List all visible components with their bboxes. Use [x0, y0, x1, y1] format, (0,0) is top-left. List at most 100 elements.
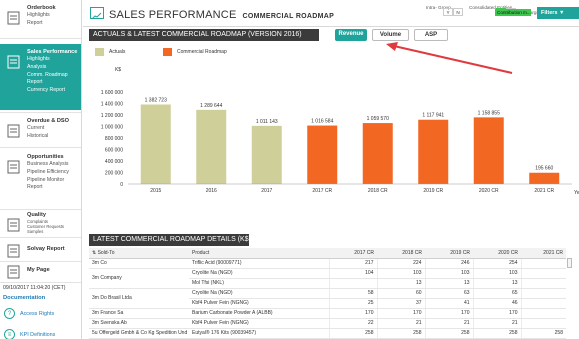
cell-value: 258	[424, 328, 473, 339]
sidebar-subitem-report[interactable]: Report	[27, 184, 43, 192]
bar-value-label: 1 382 723	[145, 97, 167, 103]
sidebar-item-sales-performance[interactable]: Sales Performance Highlights Analysis Comm.…	[0, 44, 81, 110]
sidebar-item-overdue-dso[interactable]: Overdue & DSO Current Historical	[0, 113, 81, 145]
question-icon: ?	[4, 308, 15, 319]
x-tick-label: 2017	[261, 188, 272, 194]
cell-value: 258	[376, 328, 425, 339]
link-access-rights[interactable]: ? Access Rights	[4, 308, 54, 319]
sidebar-divider	[0, 147, 81, 148]
sidebar-item-orderbook[interactable]: Orderbook Highlights Report	[0, 0, 81, 36]
sidebar-item-title: Orderbook	[27, 5, 56, 11]
bar-2017-cr	[307, 125, 338, 184]
column-header-2019-cr[interactable]: 2019 CR	[425, 248, 473, 259]
page-subtitle: COMMERCIAL ROADMAP	[242, 13, 335, 20]
sidebar-item-quality[interactable]: Quality Complaints Customer Requests Sample…	[0, 207, 81, 235]
cell-product: Kbf4 Pulver Fein (NGNG)	[189, 318, 329, 329]
bar-value-label: 1 158 855	[478, 110, 500, 116]
cell-sold-to: 3m Do Brasil Ltda	[89, 288, 189, 309]
x-axis-trailing-label: Ye	[574, 190, 579, 196]
cell-value: 25	[328, 298, 377, 309]
y-unit-label: K$	[115, 67, 121, 73]
sidebar-subitem-highlights[interactable]: Highlights	[27, 56, 50, 64]
sidebar-subitem-pipeline-monitor[interactable]: Pipeline Monitor	[27, 177, 64, 185]
table-row[interactable]: 3m Co Triflic Acid (90009771) 217 224 246 254	[89, 258, 566, 269]
sidebar-subitem-report[interactable]: Report	[27, 20, 43, 28]
intra-group-no[interactable]: N	[453, 8, 463, 16]
x-tick-label: 2017 CR	[312, 188, 332, 194]
chart-section-title: ACTUALS & LATEST COMMERCIAL ROADMAP (VER…	[89, 29, 319, 41]
cell-value: 41	[424, 298, 473, 309]
cell-product: Barium Carbonate Powder A (ALBB)	[189, 308, 329, 319]
sidebar-subitem-pipeline-efficiency[interactable]: Pipeline Efficiency	[27, 169, 69, 177]
table-scrollbar[interactable]	[567, 258, 572, 268]
sidebar-item-my-page[interactable]: My Page	[0, 262, 81, 280]
intra-group-yes[interactable]: Y	[443, 8, 453, 16]
sidebar-item-opportunities[interactable]: Opportunities Business Analysis Pipeline E…	[0, 149, 81, 207]
bar-value-label: 1 016 584	[311, 119, 333, 125]
cell-sold-to: 3m Svenska Ab	[89, 318, 189, 329]
y-tick-label: 1 600 000	[101, 90, 123, 96]
app-root: Orderbook Highlights Report Sales Performan…	[0, 0, 579, 339]
sidebar-subitem-samples[interactable]: Samples	[27, 229, 43, 234]
bar-2021-cr	[529, 172, 560, 184]
cell-value: 170	[472, 308, 521, 319]
lightbulb-icon	[6, 159, 22, 175]
sidebar-item-title: Overdue & DSO	[27, 118, 69, 124]
cell-value: 258	[520, 328, 566, 339]
column-header-2021-cr[interactable]: 2021 CR	[521, 248, 566, 259]
sidebar-divider	[0, 38, 81, 39]
filters-button[interactable]: Filters ▼	[537, 7, 579, 19]
cell-product: Eutyal® 176 Kits (90039457)	[189, 328, 329, 339]
cell-value: 103	[472, 268, 521, 279]
cell-product: Kbf4 Pulver Fein (NGNG)	[189, 298, 329, 309]
cell-sold-to: 3m Company	[89, 268, 189, 289]
link-kpi-definitions[interactable]: ≡ KPI Definitions	[4, 329, 55, 339]
x-tick-label: 2018 CR	[368, 188, 388, 194]
sidebar-subitem-comm-roadmap[interactable]: Comm. Roadmap	[27, 72, 68, 80]
column-header-2020-cr[interactable]: 2020 CR	[473, 248, 521, 259]
table-row[interactable]: 3m Svenska Ab Kbf4 Pulver Fein (NGNG) 22 21…	[89, 318, 566, 329]
revenue-tab[interactable]: Revenue	[335, 29, 367, 41]
cell-value: 258	[328, 328, 377, 339]
sidebar-subitem-highlights[interactable]: Highlights	[27, 12, 50, 20]
table-row[interactable]: 3m Company Cryolite Na (NGD) 104 103 103 103	[89, 268, 566, 289]
sidebar-subitem-report[interactable]: Report	[27, 79, 43, 87]
legend-swatch-roadmap	[163, 48, 172, 56]
last-refresh-timestamp: 09/10/2017 11:04:20 (CET)	[3, 285, 66, 291]
column-header-2017-cr[interactable]: 2017 CR	[329, 248, 377, 259]
margin-type-select[interactable]: Contribution m...	[495, 9, 531, 16]
sidebar-subitem-current[interactable]: Current	[27, 125, 44, 133]
sidebar-divider	[0, 237, 81, 238]
sidebar-item-solvay-report[interactable]: Solvay Report	[0, 241, 81, 259]
sidebar-subitem-historical[interactable]: Historical	[27, 133, 48, 141]
sidebar-item-title: My Page	[27, 267, 50, 273]
cell-sold-to: 3m Co	[89, 258, 189, 269]
legend-label-actuals: Actuals	[109, 49, 126, 55]
cell-value: 21	[376, 318, 425, 329]
intra-group-toggle[interactable]: Y N	[443, 8, 463, 16]
line-chart-icon	[6, 54, 22, 70]
sidebar-subitem-currency-report[interactable]: Currency Report	[27, 87, 65, 95]
table-row[interactable]: 5u Offergeld Gmbh & Co Kg Spedition Und …	[89, 328, 566, 339]
cell-value	[520, 258, 566, 269]
bar-2020-cr	[473, 117, 504, 184]
bar-2019-cr	[418, 119, 449, 184]
bar-value-label: 195 660	[535, 166, 553, 172]
x-tick-label: 2020 CR	[479, 188, 499, 194]
table-row[interactable]: 3m Do Brasil Ltda Cryolite Na (NGD) 58 60 63…	[89, 288, 566, 309]
sidebar-subitem-analysis[interactable]: Analysis	[27, 64, 46, 72]
cell-value: 246	[424, 258, 473, 269]
cell-value: 103	[424, 268, 473, 279]
cell-value: 170	[376, 308, 425, 319]
column-header-product[interactable]: Product	[189, 248, 329, 259]
column-header-2018-cr[interactable]: 2018 CR	[377, 248, 425, 259]
y-tick-label: 1 000 000	[101, 124, 123, 130]
legend-label-roadmap: Commercial Roadmap	[177, 49, 227, 55]
table-row[interactable]: 3m France Sa Barium Carbonate Powder A (A…	[89, 308, 566, 319]
sidebar-subitem-business-analysis[interactable]: Business Analysis	[27, 161, 69, 169]
cell-value: 13	[424, 278, 473, 289]
cell-value: 13	[376, 278, 425, 289]
cell-value: 170	[424, 308, 473, 319]
cell-value: 58	[328, 288, 377, 299]
column-header-sold-to[interactable]: ⇅ Sold-To	[89, 248, 189, 259]
